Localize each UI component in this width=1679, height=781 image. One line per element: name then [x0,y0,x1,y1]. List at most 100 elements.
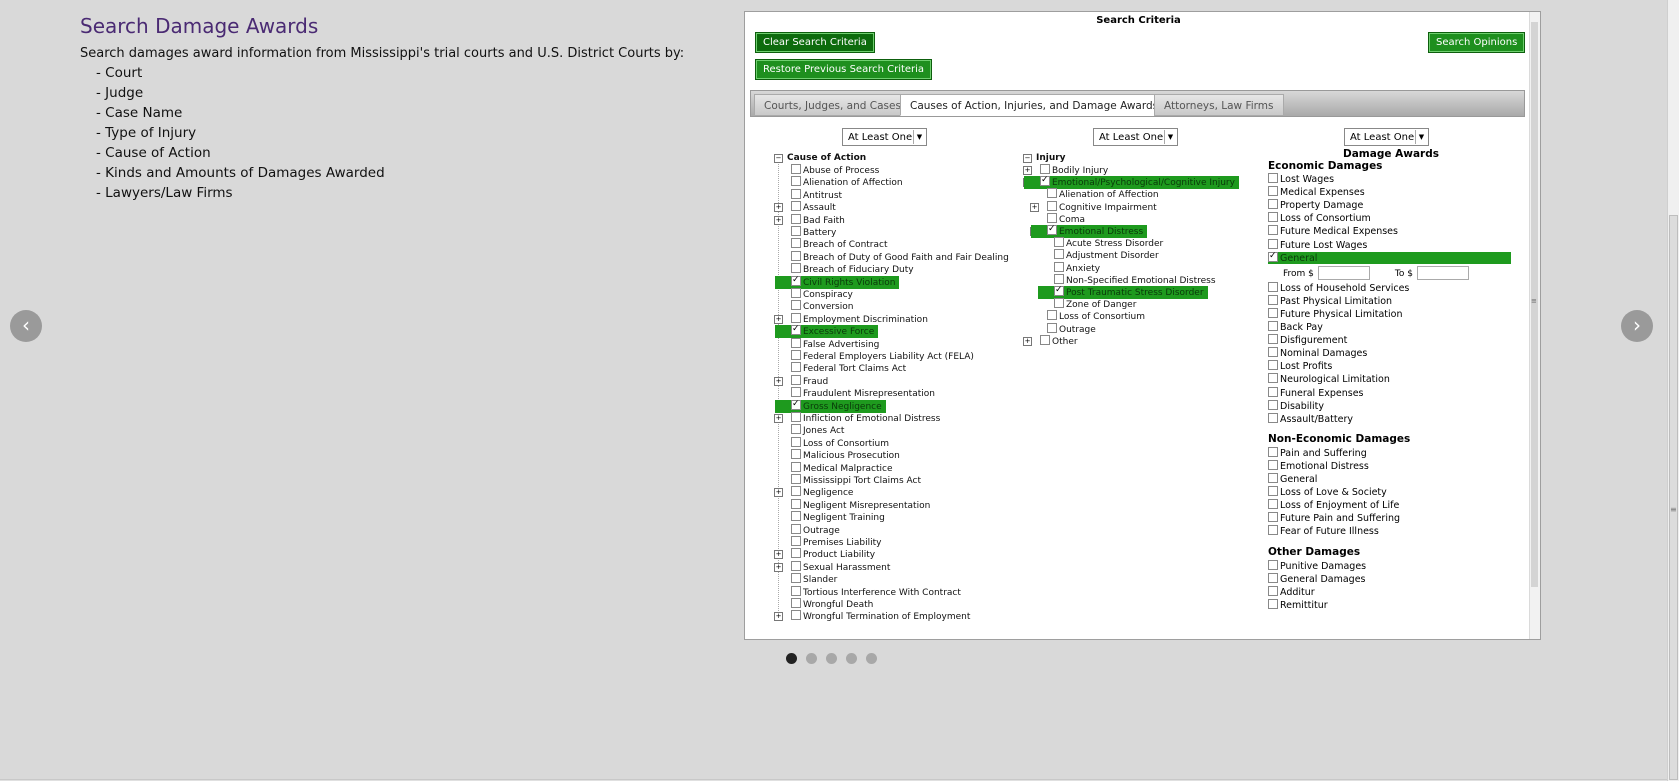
expand-icon[interactable]: + [774,203,783,213]
injury-item-cognitive-impairment[interactable]: Cognitive Impairment [1047,200,1157,214]
checkbox[interactable] [1047,322,1057,333]
collapse-icon[interactable]: − [774,154,783,163]
cause-item-loss-of-consortium[interactable]: Loss of Consortium [791,436,889,450]
checkbox[interactable] [1047,200,1057,211]
checkbox[interactable] [791,323,801,336]
noneconomic-item-general[interactable]: General [1268,473,1317,486]
economic-item-nominal-damages[interactable]: Nominal Damages [1268,347,1367,360]
checkbox[interactable] [1054,249,1064,260]
injury-item-zone-of-danger[interactable]: Zone of Danger [1054,298,1136,311]
economic-item-disability[interactable]: Disability [1268,399,1324,413]
expand-icon[interactable]: + [774,376,783,386]
injury-item-adjustment-disorder[interactable]: Adjustment Disorder [1054,249,1159,262]
search-opinions-button[interactable]: Search Opinions [1428,32,1526,53]
checkbox[interactable] [1054,237,1064,248]
checkbox[interactable] [1268,321,1278,331]
checkbox[interactable] [791,288,801,298]
economic-item-funeral-expenses[interactable]: Funeral Expenses [1268,386,1363,400]
checkbox[interactable] [791,585,801,596]
other-item-additur[interactable]: Additur [1268,585,1315,599]
noneconomic-item-future-pain-and-suffering[interactable]: Future Pain and Suffering [1268,512,1400,525]
cause-item-wrongful-death[interactable]: Wrongful Death [791,598,873,611]
cause-match-select[interactable]: At Least One ▼ [842,128,927,146]
injury-item-outrage[interactable]: Outrage [1047,322,1096,336]
economic-item-medical-expenses[interactable]: Medical Expenses [1268,186,1365,199]
injury-item-bodily-injury[interactable]: Bodily Injury [1040,164,1108,177]
checkbox[interactable] [1047,223,1057,236]
checkbox[interactable] [1268,399,1278,410]
cause-item-premises-liability[interactable]: Premises Liability [791,536,881,549]
noneconomic-item-loss-of-enjoyment-of-life[interactable]: Loss of Enjoyment of Life [1268,499,1399,512]
checkbox[interactable] [791,511,801,522]
awards-match-select[interactable]: At Least One ▼ [1344,128,1429,146]
cause-item-fraud[interactable]: Fraud [791,374,828,388]
carousel-dot[interactable] [786,653,797,664]
checkbox[interactable] [791,449,801,460]
economic-item-past-physical-limitation[interactable]: Past Physical Limitation [1268,294,1392,308]
expand-icon[interactable]: + [774,550,783,560]
checkbox[interactable] [1268,412,1278,423]
tab-attorneys-law-firms[interactable]: Attorneys, Law Firms [1154,94,1284,116]
checkbox[interactable] [1268,360,1278,371]
restore-previous-criteria-button[interactable]: Restore Previous Search Criteria [755,59,933,80]
cause-item-infliction-of-emotional-distress[interactable]: Infliction of Emotional Distress [791,412,940,425]
carousel-prev-button[interactable]: ‹ [10,310,42,342]
injury-item-acute-stress-disorder[interactable]: Acute Stress Disorder [1054,237,1163,250]
cause-item-outrage[interactable]: Outrage [791,523,840,537]
checkbox[interactable] [791,374,801,385]
checkbox[interactable] [791,486,801,497]
checkbox[interactable] [1040,174,1050,187]
injury-item-anxiety[interactable]: Anxiety [1054,261,1100,275]
cause-item-federal-employers-liability-act-fela[interactable]: Federal Employers Liability Act (FELA) [791,350,974,363]
economic-item-property-damage[interactable]: Property Damage [1268,199,1363,212]
injury-item-alienation-of-affection[interactable]: Alienation of Affection [1047,188,1159,201]
economic-item-future-physical-limitation[interactable]: Future Physical Limitation [1268,307,1403,321]
economic-item-neurological-limitation[interactable]: Neurological Limitation [1268,373,1390,386]
cause-item-false-advertising[interactable]: False Advertising [791,337,879,351]
economic-item-loss-of-household-services[interactable]: Loss of Household Services [1268,281,1409,295]
checkbox[interactable] [1054,298,1064,309]
noneconomic-item-emotional-distress[interactable]: Emotional Distress [1268,459,1369,473]
checkbox[interactable] [1268,347,1278,358]
cause-item-negligent-training[interactable]: Negligent Training [791,511,885,524]
tab-courts-judges-cases[interactable]: Courts, Judges, and Cases [754,94,911,116]
checkbox[interactable] [1040,164,1050,174]
collapse-icon[interactable]: − [1023,154,1032,163]
checkbox[interactable] [1268,225,1278,236]
expand-icon[interactable]: + [774,314,783,324]
other-item-general-damages[interactable]: General Damages [1268,572,1366,586]
to-amount-input[interactable] [1416,265,1469,280]
checkbox[interactable] [1268,250,1278,262]
checkbox[interactable] [791,263,801,274]
injury-item-non-specified-emotional-distress[interactable]: Non-Specified Emotional Distress [1054,273,1216,287]
checkbox[interactable] [791,498,801,509]
checkbox[interactable] [1268,572,1278,583]
cause-item-tortious-interference-with-contract[interactable]: Tortious Interference With Contract [791,585,961,599]
cause-item-conversion[interactable]: Conversion [791,300,853,313]
checkbox[interactable] [791,337,801,348]
other-item-remittitur[interactable]: Remittitur [1268,598,1328,612]
checkbox[interactable] [791,398,801,411]
checkbox[interactable] [791,274,801,287]
checkbox[interactable] [1054,284,1064,297]
checkbox[interactable] [791,474,801,484]
cause-item-sexual-harassment[interactable]: Sexual Harassment [791,560,890,574]
economic-item-lost-profits[interactable]: Lost Profits [1268,360,1332,373]
other-item-punitive-damages[interactable]: Punitive Damages [1268,559,1366,573]
checkbox[interactable] [1054,261,1064,272]
checkbox[interactable] [791,536,801,546]
expand-icon[interactable]: + [1030,202,1039,212]
cause-item-jones-act[interactable]: Jones Act [791,424,844,437]
checkbox[interactable] [1268,486,1278,497]
cause-item-mississippi-tort-claims-act[interactable]: Mississippi Tort Claims Act [791,474,921,487]
cause-item-conspiracy[interactable]: Conspiracy [791,288,853,301]
injury-item-emotional-distress[interactable]: Emotional Distress [1031,223,1148,238]
injury-item-loss-of-consortium[interactable]: Loss of Consortium [1047,310,1145,323]
cause-item-slander[interactable]: Slander [791,573,837,586]
inner-scrollbar[interactable]: ≡ [1529,12,1540,639]
expand-icon[interactable]: + [774,612,783,622]
checkbox[interactable] [1268,334,1278,345]
checkbox[interactable] [791,436,801,447]
cause-item-breach-of-fiduciary-duty[interactable]: Breach of Fiduciary Duty [791,263,914,276]
checkbox[interactable] [791,201,801,212]
